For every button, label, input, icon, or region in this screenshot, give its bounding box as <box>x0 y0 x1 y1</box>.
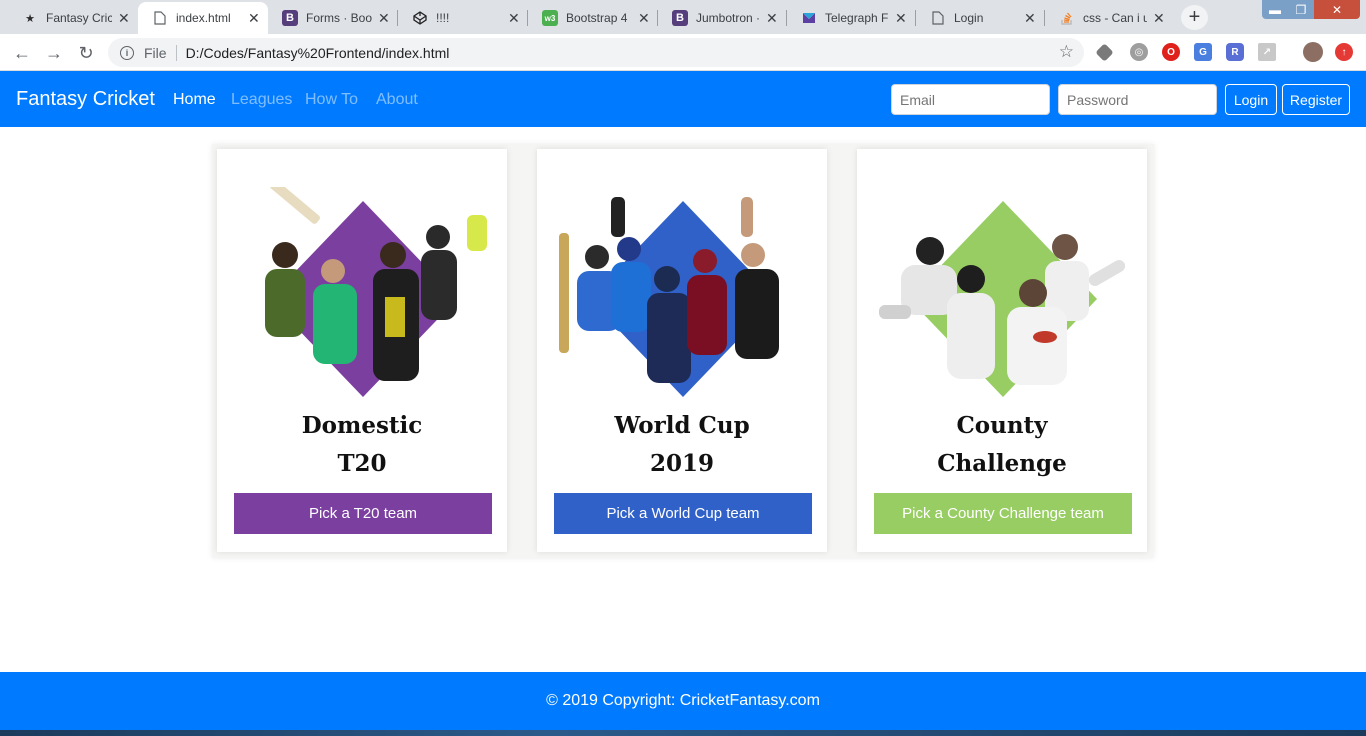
w3schools-icon: w3 <box>542 10 558 26</box>
nav-link-how-to[interactable]: How To <box>305 91 358 109</box>
card-title-line1: Domestic <box>301 412 423 439</box>
login-button[interactable]: Login <box>1225 84 1277 115</box>
os-taskbar <box>0 730 1366 736</box>
tab-label: Fantasy Cric <box>46 11 112 25</box>
tab-label: Forms · Boot <box>306 11 372 25</box>
extension-globe-icon[interactable]: ◎ <box>1130 43 1148 61</box>
tab-index-html[interactable]: index.html ✕ <box>138 2 268 34</box>
close-icon[interactable]: ✕ <box>508 10 520 27</box>
reload-button[interactable]: ↻ <box>74 41 98 65</box>
browser-tab-strip: ★ Fantasy Cric ✕ index.html ✕ B Forms · … <box>0 0 1366 34</box>
pick-county-challenge-team-button[interactable]: Pick a County Challenge team <box>874 493 1132 534</box>
close-icon[interactable]: ✕ <box>895 10 907 27</box>
tab-forms-bootstrap[interactable]: B Forms · Boot ✕ <box>268 2 398 34</box>
close-icon[interactable]: ✕ <box>638 10 650 27</box>
site-footer: © 2019 Copyright: CricketFantasy.com <box>0 672 1366 730</box>
forward-button[interactable]: → <box>42 41 66 65</box>
card-county-challenge: County Challenge Pick a County Challenge… <box>857 149 1147 552</box>
card-title-line1: World Cup <box>614 412 750 439</box>
telegraph-icon <box>801 10 817 26</box>
close-icon[interactable]: ✕ <box>1024 10 1036 27</box>
email-input[interactable] <box>891 84 1050 115</box>
close-icon[interactable]: ✕ <box>766 10 778 27</box>
omnibox-separator <box>175 44 177 61</box>
tab-label: !!!! <box>436 11 450 25</box>
bookmark-star-icon[interactable]: ☆ <box>1059 42 1074 62</box>
tab-login[interactable]: Login ✕ <box>916 2 1044 34</box>
tab-label: Bootstrap 4 <box>566 11 628 25</box>
county-players-image <box>879 201 1126 397</box>
minimize-button[interactable]: ▬ <box>1262 0 1288 19</box>
tab-bootstrap4-w3[interactable]: w3 Bootstrap 4 ✕ <box>528 2 658 34</box>
card-title-line2: T20 <box>337 450 387 477</box>
update-icon[interactable]: ↑ <box>1335 43 1353 61</box>
back-button[interactable]: ← <box>10 41 34 65</box>
tab-label: index.html <box>176 11 231 25</box>
browser-toolbar: ← → ↻ i File D:/Codes/Fantasy%20Frontend… <box>0 34 1366 71</box>
close-icon[interactable]: ✕ <box>248 10 260 27</box>
register-button[interactable]: Register <box>1282 84 1350 115</box>
stackoverflow-icon <box>1059 10 1075 26</box>
bootstrap-icon: B <box>282 10 298 26</box>
tab-label: Telegraph F <box>825 11 889 25</box>
card-title-line2: Challenge <box>937 450 1067 477</box>
close-window-button[interactable]: ✕ <box>1314 0 1360 19</box>
world-cup-players-image <box>559 197 779 397</box>
card-title-line1: County <box>956 412 1048 439</box>
nav-link-about[interactable]: About <box>376 91 418 109</box>
navbar-brand[interactable]: Fantasy Cricket <box>16 88 155 111</box>
address-bar[interactable]: i File D:/Codes/Fantasy%20Frontend/index… <box>108 38 1084 67</box>
bootstrap-icon: B <box>672 10 688 26</box>
close-icon[interactable]: ✕ <box>118 10 130 27</box>
footer-copyright: © 2019 Copyright: CricketFantasy.com <box>546 692 820 709</box>
extension-layers-icon[interactable] <box>1095 43 1114 62</box>
site-navbar: Fantasy Cricket Home Leagues How To Abou… <box>0 71 1366 127</box>
tab-label: Login <box>954 11 984 25</box>
tab-label: css - Can i u <box>1083 11 1147 25</box>
close-icon[interactable]: ✕ <box>378 10 390 27</box>
tab-stackoverflow[interactable]: css - Can i u ✕ <box>1045 2 1173 34</box>
extension-opera-icon[interactable]: O <box>1162 43 1180 61</box>
t20-players-image <box>265 187 487 397</box>
fantasy-favicon-icon: ★ <box>25 12 35 25</box>
tab-telegraph[interactable]: Telegraph F ✕ <box>787 2 915 34</box>
tab-fantasy-cricket[interactable]: ★ Fantasy Cric ✕ <box>8 2 138 34</box>
new-tab-button[interactable]: + <box>1181 5 1208 30</box>
scheme-label: File <box>144 44 167 61</box>
card-world-cup-2019: World Cup 2019 Pick a World Cup team <box>537 149 827 552</box>
password-input[interactable] <box>1058 84 1217 115</box>
file-icon <box>930 10 946 26</box>
extension-translate-icon[interactable]: G <box>1194 43 1212 61</box>
profile-avatar[interactable] <box>1303 42 1323 62</box>
close-icon[interactable]: ✕ <box>1153 10 1165 27</box>
tab-codepen[interactable]: !!!! ✕ <box>398 2 528 34</box>
codepen-icon <box>412 10 428 26</box>
card-domestic-t20: Domestic T20 Pick a T20 team <box>217 149 507 552</box>
nav-link-leagues[interactable]: Leagues <box>231 91 292 109</box>
tab-label: Jumbotron · <box>696 11 760 25</box>
tab-jumbotron[interactable]: B Jumbotron · ✕ <box>658 2 786 34</box>
nav-link-home[interactable]: Home <box>173 91 216 109</box>
url-text[interactable]: D:/Codes/Fantasy%20Frontend/index.html <box>186 45 450 61</box>
pick-world-cup-team-button[interactable]: Pick a World Cup team <box>554 493 812 534</box>
card-title-line2: 2019 <box>649 450 714 477</box>
restore-button[interactable]: ❐ <box>1288 0 1314 19</box>
info-icon[interactable]: i <box>120 45 134 60</box>
extension-pdf-icon[interactable]: ↗ <box>1258 43 1276 61</box>
pick-t20-team-button[interactable]: Pick a T20 team <box>234 493 492 534</box>
file-icon <box>152 10 168 26</box>
extension-r-icon[interactable]: R <box>1226 43 1244 61</box>
